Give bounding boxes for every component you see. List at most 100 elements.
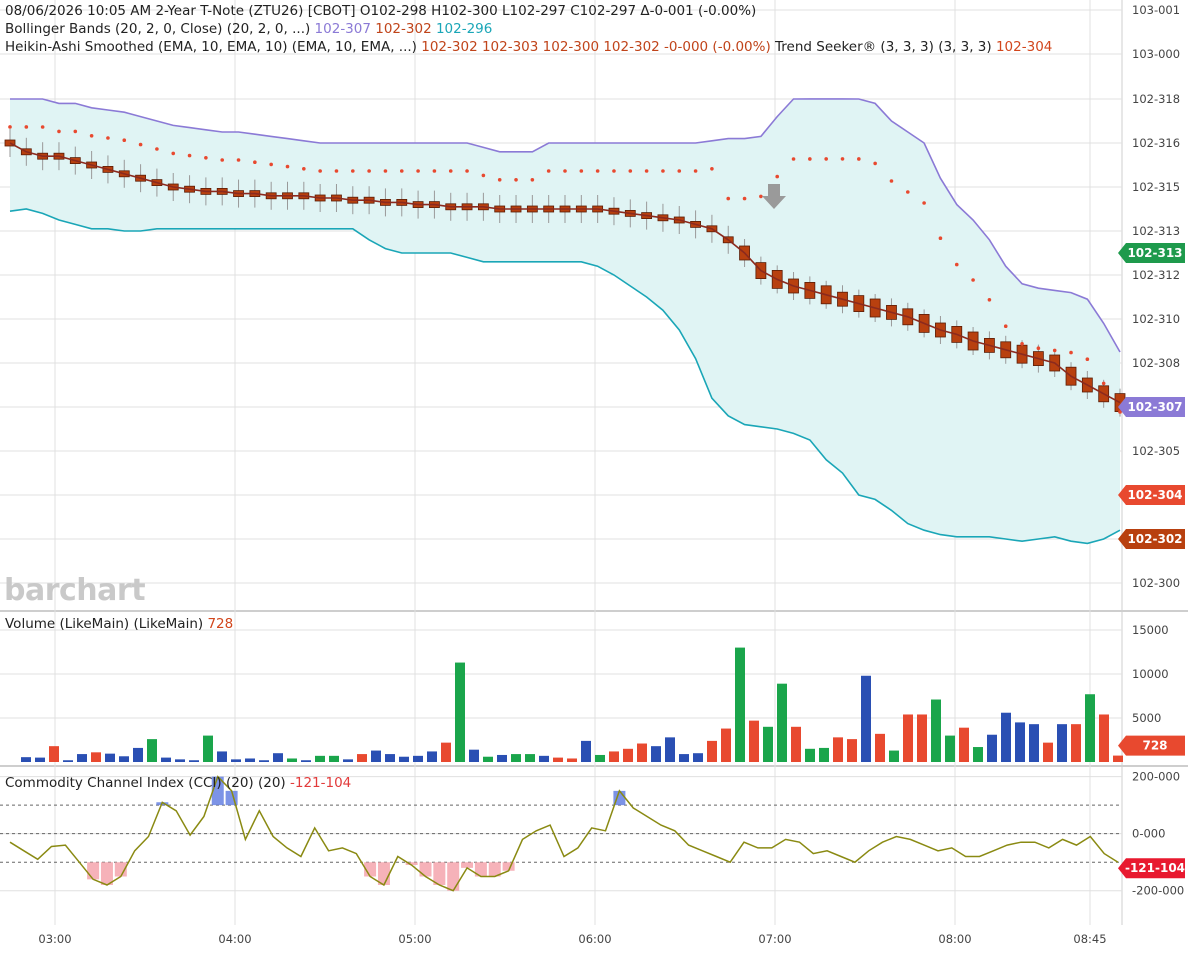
volume-bar — [315, 755, 325, 762]
volume-bar — [553, 757, 563, 762]
trend-seeker-dot — [285, 164, 290, 169]
price-tick-label: 102-312 — [1132, 268, 1180, 282]
trend-seeker-dot — [448, 169, 453, 173]
trend-seeker-dot — [465, 169, 469, 173]
x-tick-label: 04:00 — [218, 932, 251, 946]
volume-bar — [147, 739, 157, 762]
trend-seeker-dot — [302, 167, 306, 171]
volume-tick-label: 10000 — [1132, 667, 1169, 681]
x-tick-label: 03:00 — [38, 932, 71, 946]
trend-seeker-dot — [1003, 324, 1008, 329]
volume-bar — [903, 714, 913, 762]
trend-seeker-dot — [8, 125, 12, 129]
trend-seeker-dot — [595, 169, 600, 173]
barchart-watermark: barchart — [4, 573, 146, 608]
volume-bar — [721, 728, 731, 762]
trend-seeker-dot — [122, 138, 127, 142]
trend-seeker-dot — [824, 157, 828, 161]
volume-bar — [833, 737, 843, 762]
volume-bar — [1029, 724, 1039, 762]
volume-bar — [371, 750, 381, 762]
price-tick-label: 103-000 — [1132, 47, 1180, 61]
volume-bar — [1113, 755, 1123, 762]
price-tag-label: 728 — [1142, 739, 1167, 753]
volume-bar — [1001, 712, 1011, 762]
chart-canvas: 03:00 04:00 05:00 06:00 07:00 08:00 08:45 103-0… — [0, 0, 1188, 946]
volume-bar — [329, 755, 339, 762]
volume-bar — [343, 759, 353, 762]
bb-mid-value: 102-302 — [375, 21, 432, 37]
volume-bar — [441, 742, 451, 762]
trend-seeker-dot — [383, 169, 388, 173]
price-tag-label: 102-307 — [1127, 400, 1182, 414]
volume-bar — [357, 754, 367, 762]
header-heikin-ashi: Heikin-Ashi Smoothed (EMA, 10, EMA, 10) … — [5, 39, 1053, 55]
volume-bar — [623, 748, 633, 762]
bollinger-band-fill — [10, 98, 1120, 544]
cci-tick-label: -200-000 — [1132, 884, 1184, 898]
trend-seeker-dot — [726, 196, 731, 201]
header-bollinger: Bollinger Bands (20, 2, 0, Close) (20, 2… — [5, 21, 493, 37]
volume-bar — [133, 747, 143, 762]
price-tag-label: 102-313 — [1127, 246, 1182, 260]
volume-bar — [273, 753, 283, 762]
volume-bar — [399, 756, 409, 762]
trend-seeker-dot — [563, 169, 567, 173]
trend-seeker-dot — [971, 278, 975, 282]
trend-seeker-dot — [73, 129, 78, 134]
volume-bar — [959, 727, 969, 762]
trend-seeker-dot — [742, 196, 747, 201]
volume-bar — [1043, 742, 1053, 762]
trend-seeker-dot — [954, 262, 959, 267]
price-tag: 728 — [1118, 735, 1185, 756]
trend-seeker-dot — [399, 169, 404, 173]
price-tag: 102-313 — [1118, 243, 1185, 263]
trend-seeker-dot — [938, 236, 943, 240]
trend-seeker-dot — [187, 153, 192, 158]
bb-upper-value: 102-307 — [314, 21, 371, 37]
volume-bar — [707, 740, 717, 762]
x-tick-label: 08:45 — [1073, 932, 1106, 946]
x-tick-label: 06:00 — [578, 932, 611, 946]
trend-seeker-dot — [661, 169, 665, 173]
volume-bar — [581, 740, 591, 762]
volume-bar — [861, 675, 871, 762]
trend-seeker-dot — [89, 134, 94, 138]
volume-tick-label: 5000 — [1132, 711, 1161, 725]
x-tick-label: 07:00 — [758, 932, 791, 946]
ha-values: 102-302 102-303 102-300 102-302 -0-000 (… — [421, 39, 771, 55]
volume-bar — [301, 760, 311, 762]
trend-seeker-dot — [138, 142, 143, 147]
volume-bar — [805, 748, 815, 762]
trend-seeker-dot — [1101, 381, 1106, 386]
volume-bar — [567, 758, 577, 762]
trend-seeker-dot — [497, 178, 502, 182]
price-tag-label: 102-302 — [1127, 532, 1182, 546]
volume-bar — [693, 753, 703, 762]
volume-header: Volume (LikeMain) (LikeMain) 728 — [5, 616, 234, 632]
header-quote: 08/06/2026 10:05 AM 2-Year T-Note (ZTU26… — [5, 3, 757, 19]
volume-bar — [287, 758, 297, 762]
price-tick-label: 102-305 — [1132, 444, 1180, 458]
trend-seeker-dot — [514, 178, 518, 182]
volume-bar — [21, 757, 31, 762]
volume-bar — [119, 756, 129, 762]
trend-seeker-dot — [889, 179, 894, 183]
volume-bar — [259, 760, 269, 762]
trend-seeker-dot — [922, 201, 926, 205]
volume-bar — [427, 751, 437, 762]
price-tick-label: 102-313 — [1132, 224, 1180, 238]
price-tick-label: 102-300 — [1132, 576, 1180, 590]
price-tick-label: 102-310 — [1132, 312, 1180, 326]
cci-tick-label: 200-000 — [1132, 770, 1180, 784]
volume-bar — [749, 720, 759, 762]
volume-bar — [791, 726, 801, 762]
price-tick-label: 102-315 — [1132, 180, 1180, 194]
trend-seeker-dot — [579, 169, 584, 173]
price-tag-label: 102-304 — [1127, 488, 1182, 502]
volume-bar — [777, 683, 787, 762]
trend-seeker-dot — [220, 158, 225, 162]
x-tick-label: 08:00 — [938, 932, 971, 946]
trend-seeker-dot — [1020, 342, 1024, 346]
volume-bar — [1099, 714, 1109, 762]
